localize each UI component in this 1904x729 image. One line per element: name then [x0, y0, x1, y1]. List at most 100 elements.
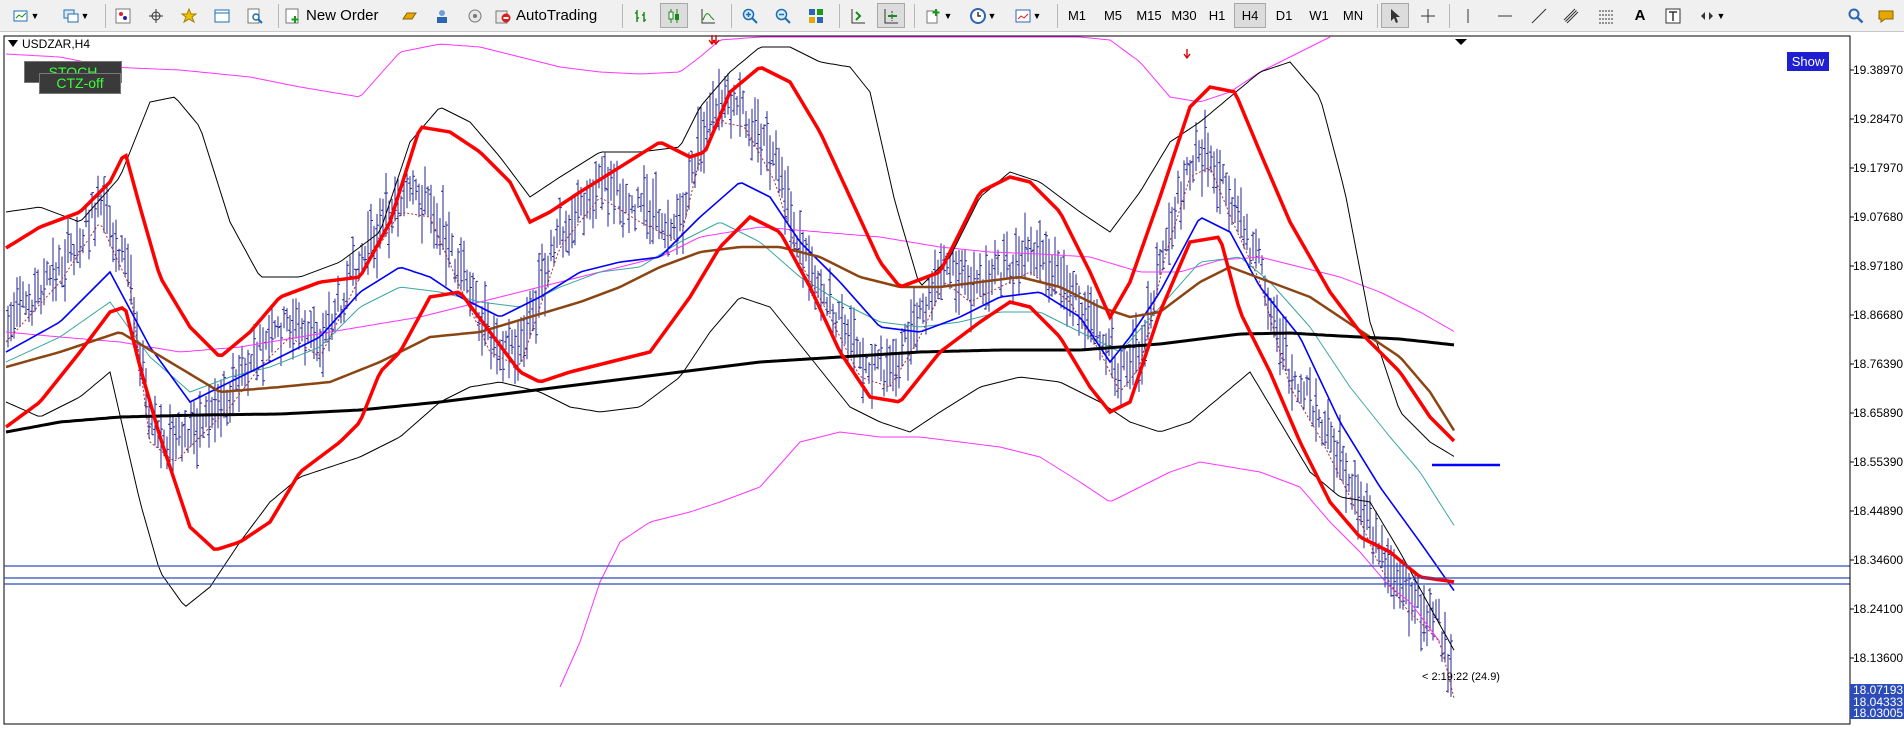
arrows-icon	[1700, 11, 1713, 20]
radio-signal-icon	[468, 9, 482, 22]
timeframe-m1-button[interactable]: M1	[1062, 3, 1092, 28]
gold-bar-icon	[402, 12, 417, 19]
crosshair-icon	[149, 8, 163, 23]
main-toolbar: ▼ ▼ New Order AutoTrading ▼ ▼ ▼ M1 M5 M1…	[0, 0, 1904, 32]
trendline-button[interactable]	[1525, 3, 1553, 28]
zoom-out-icon	[775, 8, 791, 24]
autotrading-icon	[495, 10, 511, 23]
terminal-icon	[214, 9, 230, 22]
new-chart-icon	[13, 10, 28, 21]
search-icon	[1848, 8, 1864, 23]
new-chart-button[interactable]: ▼	[6, 3, 46, 28]
price-chart[interactable]	[0, 32, 1904, 729]
horizontal-line-button[interactable]	[1491, 3, 1519, 28]
indicators-icon	[926, 8, 940, 23]
data-window-button[interactable]	[143, 3, 169, 28]
channel-icon	[1563, 8, 1579, 23]
price-scale-label: 18.65890	[1853, 406, 1904, 420]
line-chart-button[interactable]	[694, 3, 722, 28]
expert-button[interactable]	[397, 3, 423, 28]
market-button[interactable]	[462, 3, 488, 28]
fibonacci-button[interactable]	[1592, 3, 1620, 28]
timeframe-m30-button[interactable]: M30	[1166, 3, 1202, 28]
chat-button[interactable]	[1873, 3, 1899, 28]
new-order-button[interactable]: New Order	[285, 3, 393, 28]
zoom-in-icon	[742, 8, 758, 24]
auto-scroll-icon	[851, 8, 865, 23]
timeframe-m15-button[interactable]: M15	[1131, 3, 1167, 28]
search-button[interactable]	[1843, 3, 1869, 28]
price-scale-label: 18.76390	[1853, 357, 1904, 371]
strategy-tester-button[interactable]	[242, 3, 268, 28]
terminal-button[interactable]	[209, 3, 235, 28]
text-tool-button[interactable]: A	[1626, 3, 1654, 28]
crosshair-icon	[1421, 8, 1435, 23]
magnifier-doc-icon	[247, 8, 263, 24]
timeframe-w1-button[interactable]: W1	[1303, 3, 1335, 28]
cursor-tool-button[interactable]	[1381, 3, 1409, 28]
new-order-icon	[285, 8, 299, 23]
new-order-label: New Order	[306, 7, 379, 24]
horizontal-line-icon	[1498, 15, 1512, 16]
zoom-in-button[interactable]	[736, 3, 764, 28]
star-folder-icon	[181, 7, 197, 23]
candlestick-icon	[668, 8, 679, 23]
chevron-down-icon: ▼	[30, 10, 40, 21]
market-watch-icon	[115, 8, 131, 23]
equidistant-channel-button[interactable]	[1557, 3, 1585, 28]
price-scale-label: 19.28470	[1853, 112, 1904, 126]
price-scale-label: 18.34600	[1853, 553, 1904, 567]
fibonacci-icon	[1599, 10, 1613, 23]
signals-button[interactable]	[429, 3, 455, 28]
zoom-out-button[interactable]	[769, 3, 797, 28]
price-scale-label: 18.24100	[1853, 602, 1904, 616]
price-scale-label: 18.55390	[1853, 455, 1904, 469]
symbol-label: USDZAR,H4	[22, 37, 91, 51]
price-scale-label: 18.13600	[1853, 651, 1904, 665]
line-chart-icon	[701, 8, 715, 23]
price-scale-label: 19.17970	[1853, 161, 1904, 175]
bar-chart-button[interactable]	[627, 3, 655, 28]
chevron-down-icon: ▼	[80, 10, 90, 21]
price-scale-label: 19.38970	[1853, 63, 1904, 77]
trendline-icon	[1531, 8, 1547, 23]
timeframe-h1-button[interactable]: H1	[1202, 3, 1232, 28]
extra-price-tag: 18.03005	[1850, 707, 1904, 719]
navigator-button[interactable]	[176, 3, 202, 28]
autotrading-button[interactable]: AutoTrading	[495, 3, 613, 28]
timeframe-d1-button[interactable]: D1	[1269, 3, 1299, 28]
periods-button[interactable]: ▼	[963, 3, 1003, 28]
timeframe-h4-button[interactable]: H4	[1234, 3, 1266, 28]
vertical-line-button[interactable]	[1454, 3, 1482, 28]
price-scale-label: 18.44890	[1853, 504, 1904, 518]
templates-icon	[1015, 9, 1031, 22]
price-scale-label: 19.07680	[1853, 210, 1904, 224]
crosshair-tool-button[interactable]	[1414, 3, 1442, 28]
timeframe-m5-button[interactable]: M5	[1097, 3, 1129, 28]
trader-icon	[437, 9, 447, 23]
price-scale-label: 18.86680	[1853, 308, 1904, 322]
profiles-button[interactable]: ▼	[56, 3, 96, 28]
tile-windows-icon	[809, 8, 823, 23]
show-button[interactable]: Show	[1787, 52, 1829, 71]
text-label-button[interactable]	[1659, 3, 1687, 28]
chevron-down-icon: ▼	[943, 10, 953, 21]
bar-chart-icon	[635, 9, 646, 22]
arrows-button[interactable]: ▼	[1692, 3, 1732, 28]
symbol-menu-icon[interactable]	[8, 40, 18, 47]
tile-windows-button[interactable]	[802, 3, 830, 28]
timeframe-mn-button[interactable]: MN	[1336, 3, 1370, 28]
chart-shift-button[interactable]	[877, 3, 905, 28]
templates-button[interactable]: ▼	[1008, 3, 1048, 28]
chevron-down-icon: ▼	[1032, 10, 1042, 21]
chart-shift-icon	[884, 8, 898, 23]
candlestick-button[interactable]	[660, 3, 688, 28]
market-watch-button[interactable]	[110, 3, 136, 28]
text-label-icon	[1665, 8, 1681, 23]
ctz-button[interactable]: CTZ-off	[39, 73, 121, 94]
chat-icon	[1878, 10, 1894, 23]
auto-scroll-button[interactable]	[844, 3, 872, 28]
cursor-icon	[1391, 8, 1400, 23]
indicators-button[interactable]: ▼	[919, 3, 959, 28]
vertical-line-icon	[1467, 8, 1469, 23]
